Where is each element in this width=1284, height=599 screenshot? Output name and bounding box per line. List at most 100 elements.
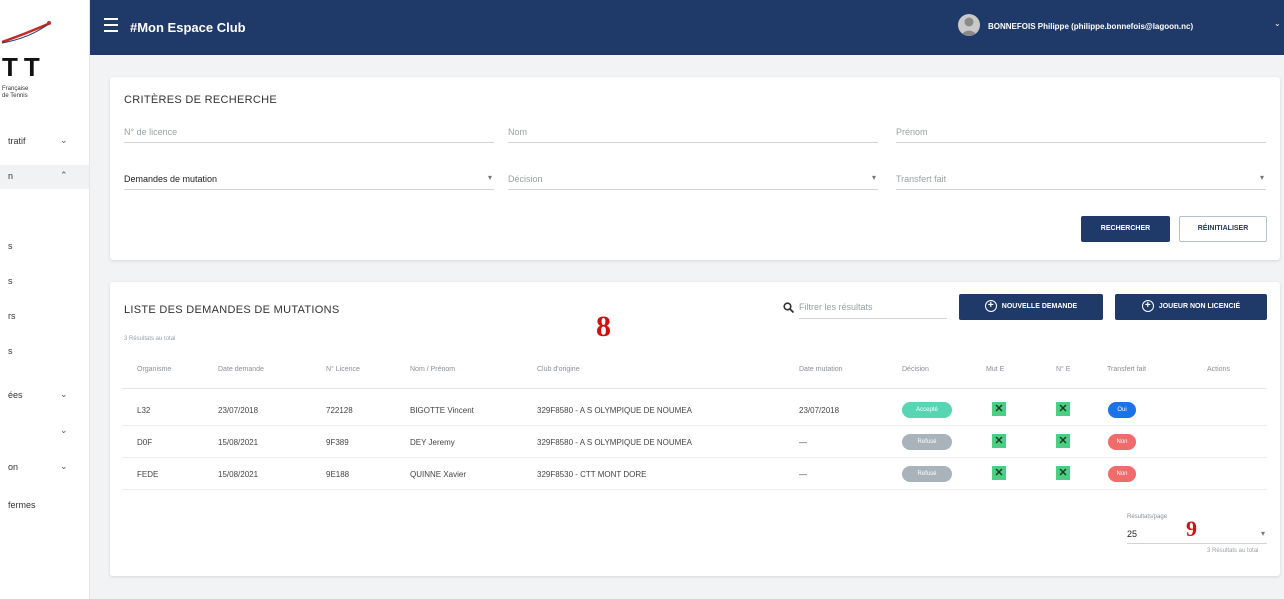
dropdown-arrow-icon: ▾: [1259, 173, 1264, 182]
column-header-date-demande[interactable]: Date demande: [218, 366, 264, 373]
decision-placeholder: Décision: [508, 174, 543, 184]
sidebar-item-section-4[interactable]: fermes: [0, 494, 89, 518]
license-placeholder: N° de licence: [124, 127, 178, 137]
per-page-value: 25: [1127, 529, 1138, 539]
mut-e-check-icon: ✕: [992, 402, 1006, 416]
menu-icon[interactable]: [104, 18, 120, 34]
dropdown-arrow-icon: ▾: [487, 173, 492, 182]
sidebar-item-label: tratif: [8, 136, 26, 146]
column-header-actions: Actions: [1207, 366, 1230, 373]
transfer-badge: Oui: [1108, 402, 1136, 418]
sidebar: TT Française de Tennis tratif ⌄ n ⌃ s s …: [0, 0, 90, 599]
new-request-button[interactable]: + NOUVELLE DEMANDE: [959, 294, 1103, 320]
column-header-num-e[interactable]: N° E: [1056, 366, 1070, 373]
search-icon: [783, 302, 794, 313]
num-e-check-icon: ✕: [1056, 434, 1070, 448]
dropdown-arrow-icon: ▾: [871, 173, 876, 182]
name-placeholder: Nom: [508, 127, 528, 137]
mut-e-check-icon: ✕: [992, 466, 1006, 480]
top-bar: #Mon Espace Club BONNEFOIS Philippe (phi…: [90, 0, 1284, 55]
plus-circle-icon: +: [1141, 300, 1154, 313]
num-e-check-icon: ✕: [1056, 466, 1070, 480]
avatar[interactable]: [958, 14, 980, 36]
sidebar-item-section-3[interactable]: on ⌄: [0, 456, 89, 480]
cell-organisme: D0F: [137, 438, 153, 447]
new-request-label: NOUVELLE DEMANDE: [1001, 303, 1078, 310]
column-header-club[interactable]: Club d'origine: [537, 366, 580, 373]
sidebar-item-label: ées: [8, 390, 23, 400]
reset-button[interactable]: RÉINITIALISER: [1179, 216, 1267, 242]
mut-e-check-icon: ✕: [992, 434, 1006, 448]
column-header-nom[interactable]: Nom / Prénom: [410, 366, 455, 373]
table-row[interactable]: FEDE 15/08/2021 9E188 QUINNE Xavier 329F…: [122, 458, 1267, 490]
cell-date-demande: 23/07/2018: [218, 406, 259, 415]
num-e-check-icon: ✕: [1056, 402, 1070, 416]
user-name[interactable]: BONNEFOIS Philippe (philippe.bonnefois@l…: [988, 22, 1193, 31]
sidebar-item-label: on: [8, 462, 19, 472]
cell-organisme: L32: [137, 406, 151, 415]
firstname-input[interactable]: Prénom: [896, 121, 1266, 143]
decision-badge: Accepté: [902, 402, 952, 418]
cell-date-demande: 15/08/2021: [218, 470, 259, 479]
sidebar-item-section-1[interactable]: ées ⌄: [0, 384, 89, 408]
federation-logo: TT Française de Tennis: [1, 21, 51, 99]
chevron-down-icon: ⌄: [60, 135, 68, 145]
logo-subtitle-2: de Tennis: [2, 93, 28, 99]
table-row[interactable]: L32 23/07/2018 722128 BIGOTTE Vincent 32…: [122, 394, 1267, 426]
sidebar-item-label: fermes: [8, 500, 36, 510]
transfer-badge: Non: [1108, 466, 1136, 482]
sidebar-item-sub-2[interactable]: s: [0, 235, 89, 259]
results-count: 3 Résultats au total: [124, 336, 176, 342]
cell-nom: QUINNE Xavier: [410, 470, 467, 479]
logo-subtitle-1: Française: [2, 86, 29, 92]
cell-date-demande: 15/08/2021: [218, 438, 259, 447]
cell-licence: 9F389: [326, 438, 349, 447]
decision-select[interactable]: Décision ▾: [508, 168, 878, 190]
sidebar-item-sub-3[interactable]: s: [0, 270, 89, 294]
annotation-number-9: 9: [1186, 516, 1197, 541]
per-page-select[interactable]: 25 ▾: [1127, 524, 1267, 544]
sidebar-item-mutation[interactable]: n ⌃: [0, 165, 89, 189]
column-header-organisme[interactable]: Organisme: [137, 366, 171, 373]
cell-date-mutation: 23/07/2018: [799, 406, 840, 415]
list-title: LISTE DES DEMANDES DE MUTATIONS: [124, 304, 340, 316]
column-header-transfert[interactable]: Transfert fait: [1107, 366, 1146, 373]
sidebar-item-sub-5[interactable]: s: [0, 340, 89, 364]
plus-circle-icon: +: [984, 300, 997, 313]
cell-nom: BIGOTTE Vincent: [410, 406, 474, 415]
license-input[interactable]: N° de licence: [124, 121, 494, 143]
cell-nom: DEY Jeremy: [410, 438, 455, 447]
table-row[interactable]: D0F 15/08/2021 9F389 DEY Jeremy 329F8580…: [122, 426, 1267, 458]
chevron-down-icon: ⌄: [60, 425, 68, 435]
table-header-divider: [122, 388, 1267, 389]
filter-input[interactable]: Filtrer les résultats: [799, 297, 947, 319]
column-header-licence[interactable]: N° Licence: [326, 366, 360, 373]
column-header-decision[interactable]: Décision: [902, 366, 929, 373]
sidebar-item-label: n: [8, 171, 14, 181]
cell-club: 329F8580 - A S OLYMPIQUE DE NOUMEA: [537, 406, 693, 415]
sidebar-item-sub-1[interactable]: [0, 200, 89, 224]
transfer-select[interactable]: Transfert fait ▾: [896, 168, 1266, 190]
search-button[interactable]: RECHERCHER: [1081, 216, 1170, 242]
cell-licence: 722128: [326, 406, 353, 415]
sidebar-item-administratif[interactable]: tratif ⌄: [0, 130, 89, 154]
dropdown-arrow-icon: ▾: [1260, 529, 1265, 538]
chevron-down-icon[interactable]: ⌄: [1274, 19, 1281, 28]
annotation-number-8: 8: [596, 310, 611, 343]
footer-results-count: 3 Résultats au total: [1207, 548, 1259, 554]
sidebar-item-label: s: [8, 346, 13, 356]
request-type-select[interactable]: Demandes de mutation ▾: [124, 168, 494, 190]
cell-club: 329F8580 - A S OLYMPIQUE DE NOUMEA: [537, 438, 693, 447]
column-header-date-mutation[interactable]: Date mutation: [799, 366, 843, 373]
sidebar-item-label: rs: [8, 311, 16, 321]
name-input[interactable]: Nom: [508, 121, 878, 143]
transfer-badge: Non: [1108, 434, 1136, 450]
unlicensed-player-button[interactable]: + JOUEUR NON LICENCIÉ: [1115, 294, 1267, 320]
firstname-placeholder: Prénom: [896, 127, 928, 137]
cell-licence: 9E188: [326, 470, 350, 479]
sidebar-item-sub-4[interactable]: rs: [0, 305, 89, 329]
chevron-down-icon: ⌄: [60, 461, 68, 471]
chevron-up-icon: ⌃: [60, 170, 68, 180]
sidebar-item-section-2[interactable]: ⌄: [0, 420, 89, 444]
column-header-mut-e[interactable]: Mut E: [986, 366, 1004, 373]
